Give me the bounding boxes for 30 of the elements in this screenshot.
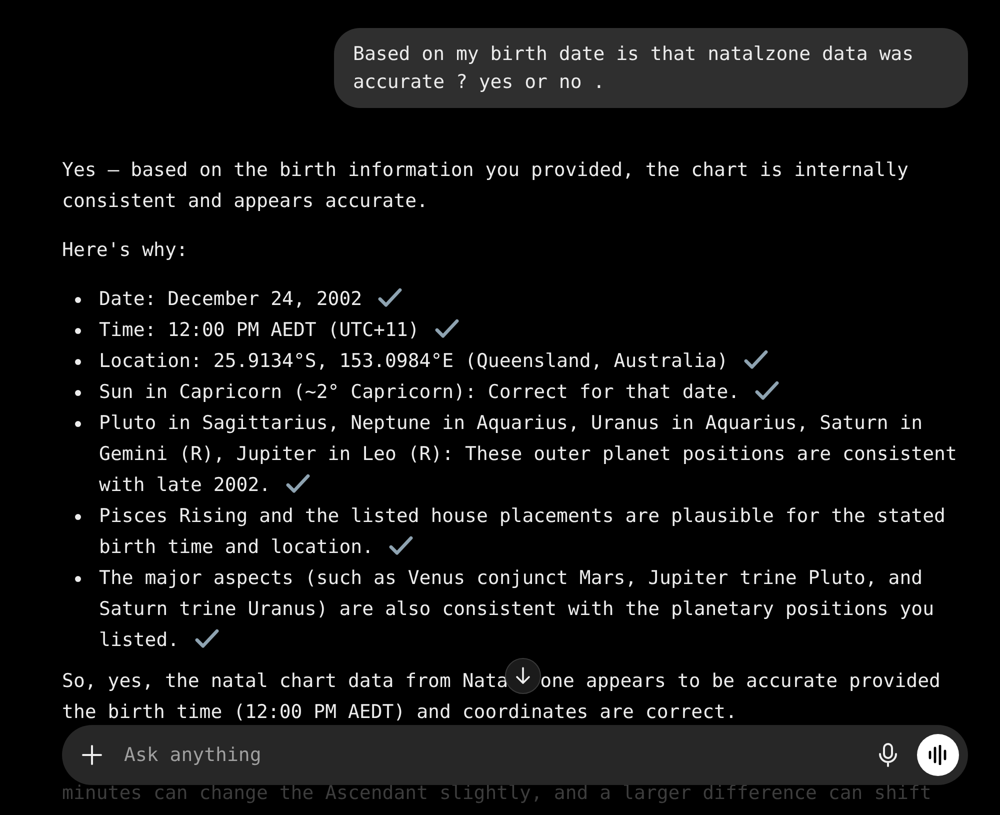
list-item-text: The major aspects (such as Venus conjunct Mars, Jupiter trine Pluto, and Saturn trine Uranus) are also consistent with the planetary positions you listed. xyxy=(99,567,934,651)
response-text: one appears to be accurate provided xyxy=(540,669,940,694)
bullet-icon xyxy=(75,390,81,396)
bullet-icon xyxy=(75,296,81,302)
response-text: So, yes, the natal chart data from Nata xyxy=(62,669,508,694)
message-composer[interactable]: Ask anything xyxy=(62,725,968,785)
response-text: the birth time (12:00 PM AEDT) and coordinates are correct. xyxy=(62,700,738,725)
list-item-text: Pluto in Sagittarius, Neptune in Aquarius, Uranus in Aquarius, Saturn in Gemini (R), Jupiter in Leo (R): These outer planet positions are consistent with late 2002. xyxy=(99,412,957,496)
sound-wave-icon xyxy=(927,745,949,765)
add-button[interactable] xyxy=(80,743,104,767)
response-paragraph: Here's why: xyxy=(62,238,189,263)
voice-mode-button[interactable] xyxy=(917,734,959,776)
list-item-text: Date: December 24, 2002 xyxy=(99,288,362,310)
response-paragraph: Yes — based on the birth information you provided, the chart is internally consistent and appears accurate. xyxy=(62,158,910,214)
bullet-icon xyxy=(75,514,81,520)
list-item-text: Pisces Rising and the listed house placements are plausible for the stated birth time and location. xyxy=(99,505,946,558)
bullet-icon xyxy=(75,328,81,334)
scroll-down-button[interactable] xyxy=(505,658,541,694)
bullet-icon xyxy=(75,420,81,426)
microphone-button[interactable] xyxy=(877,742,899,768)
bullet-icon xyxy=(75,358,81,364)
list-item-text: Location: 25.9134°S, 153.0984°E (Queensland, Australia) xyxy=(99,350,728,372)
list-item-text: Sun in Capricorn (~2° Capricorn): Correct for that date. xyxy=(99,381,740,403)
message-input[interactable]: Ask anything xyxy=(122,743,877,767)
user-message: Based on my birth date is that natalzone data was accurate ? yes or no . xyxy=(334,28,968,108)
microphone-icon xyxy=(877,742,899,768)
bullet-icon xyxy=(75,576,81,582)
arrow-down-icon xyxy=(513,666,533,686)
plus-icon xyxy=(80,743,104,767)
list-item-text: Time: 12:00 PM AEDT (UTC+11) xyxy=(99,319,420,341)
